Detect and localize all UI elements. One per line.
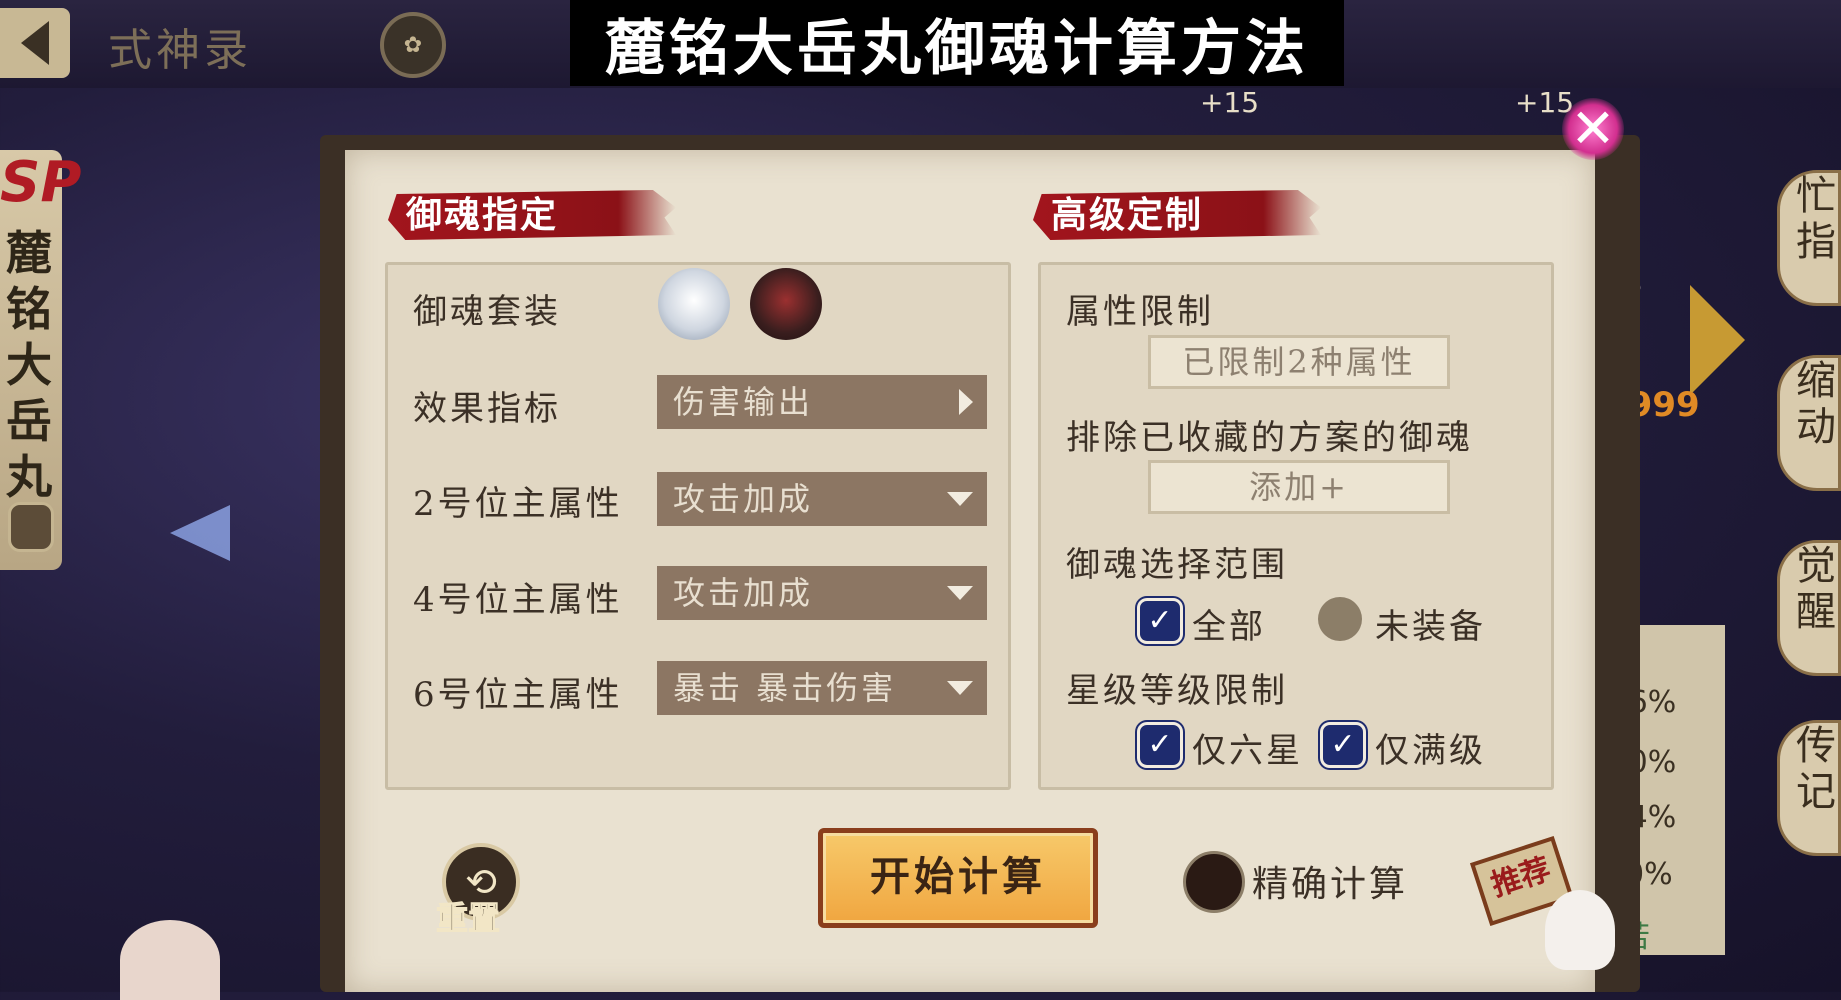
side-tab-label: 缩动 — [1796, 358, 1836, 450]
effect-value: 伤害输出 — [673, 383, 814, 421]
chevron-down-icon — [947, 492, 973, 506]
side-tab-2[interactable]: 缩动 — [1777, 355, 1841, 491]
soul-assign-header: 御魂指定 — [388, 190, 676, 240]
range-unequipped-radio[interactable] — [1318, 597, 1362, 641]
six-star-label: 仅六星 — [1192, 731, 1303, 771]
side-tab-label: 传记 — [1796, 723, 1836, 815]
side-tab-label: 觉醒 — [1796, 543, 1836, 635]
lock-icon[interactable] — [8, 502, 54, 552]
chevron-down-icon — [947, 681, 973, 695]
checkmark-icon: ✓ — [1330, 727, 1356, 762]
level-plus-left: +15 — [1200, 86, 1260, 119]
character-portrait — [120, 920, 220, 1000]
chevron-down-icon — [947, 586, 973, 600]
back-button[interactable] — [0, 8, 70, 78]
slot4-dropdown[interactable]: 攻击加成 — [657, 566, 987, 620]
video-title-banner: 麓铭大岳丸御魂计算方法 — [570, 0, 1344, 86]
start-calculation-button[interactable]: 开始计算 — [818, 828, 1098, 928]
slot6-value: 暴击 暴击伤害 — [673, 669, 897, 707]
precise-calc-label: 精确计算 — [1252, 864, 1409, 905]
caret-right-icon — [959, 389, 973, 415]
star-limit-label: 星级等级限制 — [1066, 671, 1288, 711]
mascot-image — [1545, 890, 1615, 970]
close-icon: ✕ — [1570, 97, 1616, 160]
soul-set-label: 御魂套装 — [413, 292, 561, 332]
seal-icon[interactable]: ✿ — [380, 12, 446, 78]
attr-limit-label: 属性限制 — [1066, 292, 1214, 332]
effect-dropdown[interactable]: 伤害输出 — [657, 375, 987, 429]
back-arrow-icon — [21, 21, 49, 65]
slot4-label: 4号位主属性 — [413, 580, 623, 620]
slot2-dropdown[interactable]: 攻击加成 — [657, 472, 987, 526]
range-all-checkbox[interactable]: ✓ — [1137, 598, 1183, 644]
slot6-label: 6号位主属性 — [413, 675, 623, 715]
slot6-dropdown[interactable]: 暴击 暴击伤害 — [657, 661, 987, 715]
soul-set-icon-dark[interactable] — [750, 268, 822, 340]
close-button[interactable]: ✕ — [1562, 98, 1624, 160]
checkmark-icon: ✓ — [1147, 603, 1173, 638]
shikigami-record-title: 式神录 — [108, 25, 252, 76]
effect-label: 效果指标 — [413, 389, 561, 429]
add-exclude-button[interactable]: 添加+ — [1148, 460, 1450, 514]
advanced-custom-header: 高级定制 — [1033, 190, 1321, 240]
side-tab-label: 忙指 — [1796, 173, 1836, 265]
slot2-value: 攻击加成 — [673, 480, 814, 518]
video-title: 麓铭大岳丸御魂计算方法 — [605, 13, 1309, 84]
slot4-value: 攻击加成 — [673, 574, 814, 612]
exclude-label: 排除已收藏的方案的御魂 — [1066, 418, 1473, 458]
range-unequipped-label: 未装备 — [1375, 607, 1486, 647]
slot2-label: 2号位主属性 — [413, 484, 623, 524]
side-tab-3[interactable]: 觉醒 — [1777, 540, 1841, 676]
side-tab-4[interactable]: 传记 — [1777, 720, 1841, 856]
range-label: 御魂选择范围 — [1066, 545, 1288, 585]
precise-calc-radio[interactable] — [1183, 851, 1245, 913]
left-arrow-icon — [170, 505, 230, 561]
checkmark-icon: ✓ — [1147, 727, 1173, 762]
soul-set-icon-white[interactable] — [658, 268, 730, 340]
right-arrow-icon — [1690, 285, 1745, 395]
max-level-checkbox[interactable]: ✓ — [1320, 722, 1366, 768]
max-level-label: 仅满级 — [1375, 731, 1486, 771]
range-all-label: 全部 — [1192, 607, 1266, 647]
side-tab-1[interactable]: 忙指 — [1777, 170, 1841, 306]
sp-badge: SP — [0, 150, 82, 215]
attr-limit-button[interactable]: 已限制2种属性 — [1148, 335, 1450, 389]
shikigami-name: 麓铭大岳丸 — [6, 226, 52, 504]
six-star-checkbox[interactable]: ✓ — [1137, 722, 1183, 768]
reset-button-label[interactable]: 重置 — [435, 893, 500, 939]
